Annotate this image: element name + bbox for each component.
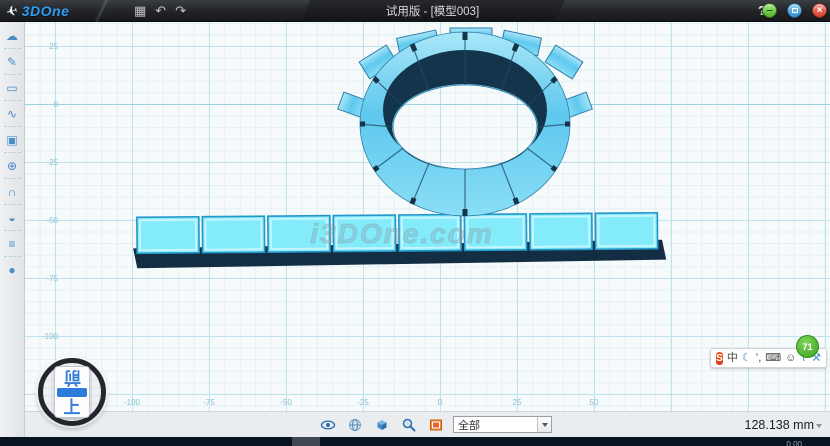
sogou-logo-icon[interactable]: S [716,352,723,365]
bar-segment-box[interactable] [530,213,592,250]
view-navigator-widget[interactable]: 前 上 [38,358,106,426]
bottom-bar-value: 0.00 [786,440,802,446]
sidebar-item-sketch-edit[interactable]: ∿ [0,103,25,124]
view-cube-front-face[interactable]: 前 [64,368,81,387]
watermark-text: i3DOne.com [310,218,493,249]
sidebar-separator [4,256,21,257]
sidebar-item-material-texture[interactable]: ◒ [0,207,25,228]
window-title: 试用版 - [模型003] [386,3,479,19]
sidebar-separator [4,204,21,205]
view-cube-highlight-edge[interactable] [57,388,87,397]
keyboard-icon[interactable]: ⌨ [765,349,781,367]
3d-viewport[interactable]: 250-25-50-75-100-125-100-75-50-2502550 i… [25,22,830,437]
sidebar-item-model-library[interactable]: ☁ [0,25,25,46]
bar-segment-box[interactable] [202,216,264,253]
bottom-bar: 0.00 [0,437,830,446]
tool-sidebar: ☁ ✎ ▭ ∿ ▣ ⊕ ∩ ◒ ≡ ● [0,22,25,437]
dropdown-arrow-button[interactable] [537,417,551,432]
sidebar-item-basic-edit-move[interactable]: ⊕ [0,155,25,176]
bottom-bar-segment [292,437,320,446]
view-cube-top-face[interactable]: 上 [64,398,81,417]
sidebar-item-sketch-draw[interactable]: ✎ [0,51,25,72]
bar-segment-box[interactable] [595,213,657,250]
sidebar-separator [4,100,21,101]
visibility-eye-icon[interactable] [320,417,336,433]
sidebar-separator [4,230,21,231]
ring-model[interactable] [338,28,593,216]
chevron-down-icon [542,423,548,427]
model-scene: i3DOne.com [25,22,830,437]
viewport-frame-icon[interactable] [428,417,444,433]
paper-plane-icon: ✈ [4,1,19,20]
sidebar-separator [4,126,21,127]
sidebar-item-combine-edit[interactable]: ∩ [0,181,25,202]
undo-button[interactable]: ↶ [155,0,166,22]
maximize-icon [792,8,798,13]
titlebar-divider [95,0,108,22]
display-toolbar [320,417,444,433]
sidebar-separator [4,178,21,179]
title-bar: ✈ 3DOne ▦ ↶ ↷ 试用版 - [模型003] ? – × [0,0,830,22]
ime-language-toggle[interactable]: 中 [727,349,738,367]
sidebar-item-pattern-list[interactable]: ≡ [0,233,25,254]
redo-button[interactable]: ↷ [175,0,186,22]
view-rotate-globe-icon[interactable] [347,417,363,433]
minimize-button[interactable]: – [762,3,777,18]
person-icon[interactable]: ☺ [785,349,796,367]
title-panel: 试用版 - [模型003] [300,0,565,22]
sidebar-separator [4,48,21,49]
selection-filter-dropdown[interactable]: 全部 [453,416,552,433]
sidebar-item-feature-modeling[interactable]: ▣ [0,129,25,150]
maximize-button[interactable] [787,3,802,18]
app-logo: ✈ 3DOne [6,0,69,22]
save-button[interactable]: ▦ [134,0,146,22]
filter-selected-value: 全部 [454,417,537,433]
moon-icon[interactable]: ☾ [742,349,752,367]
bar-segment-box[interactable] [137,217,199,254]
punctuation-toggle[interactable]: ’, [756,349,762,367]
sidebar-item-sketch-surface[interactable]: ▭ [0,77,25,98]
3done-app-window: ✈ 3DOne ▦ ↶ ↷ 试用版 - [模型003] ? – × ☁ ✎ ▭ ∿ ▣ ⊕… [0,0,830,446]
chevron-down-icon [816,424,822,428]
zoom-search-icon[interactable] [401,417,417,433]
sidebar-separator [4,152,21,153]
sidebar-item-render-sphere[interactable]: ● [0,259,25,280]
quick-toolbar: ▦ ↶ ↷ [134,0,186,22]
measurement-value: 128.138 mm [745,418,814,432]
close-button[interactable]: × [812,3,827,18]
logo-text: 3DOne [22,3,70,19]
sidebar-separator [4,74,21,75]
measurement-readout[interactable]: 128.138 mm [745,418,822,432]
notification-badge[interactable]: 71 [796,335,819,358]
window-controls: – × [762,3,827,18]
status-strip: 全部 128.138 mm [25,411,830,437]
shade-display-mode-icon[interactable] [374,417,390,433]
view-cube[interactable]: 前 上 [54,366,90,418]
